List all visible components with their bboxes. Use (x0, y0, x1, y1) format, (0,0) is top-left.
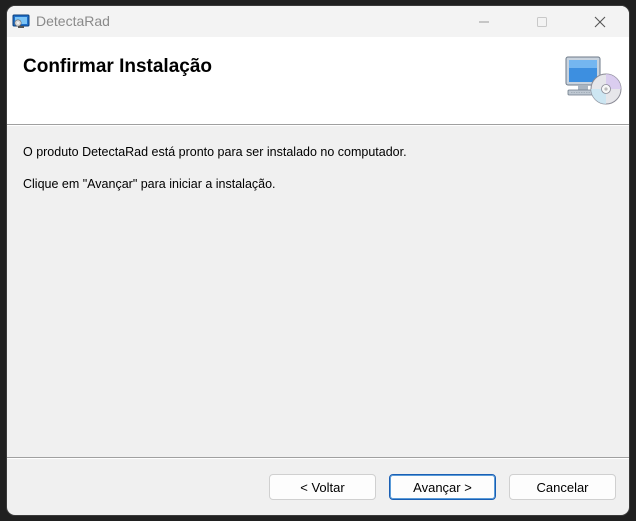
computer-with-cd-icon (565, 56, 622, 105)
next-button[interactable]: Avançar > (389, 474, 496, 500)
title-bar[interactable]: DetectaRad (7, 6, 629, 37)
installer-window: DetectaRad Confirmar Instalação O produt… (7, 6, 629, 515)
close-button[interactable] (571, 6, 629, 37)
maximize-button[interactable] (513, 6, 571, 37)
header-divider (7, 124, 629, 126)
header-banner: Confirmar Instalação (7, 37, 629, 124)
back-button[interactable]: < Voltar (269, 474, 376, 500)
minimize-button[interactable] (455, 6, 513, 37)
maximize-icon (537, 17, 547, 27)
ready-message: O produto DetectaRad está pronto para se… (23, 145, 407, 159)
page-title: Confirmar Instalação (23, 56, 212, 77)
footer-divider (7, 457, 629, 459)
minimize-icon (479, 21, 489, 23)
installer-app-icon (12, 14, 30, 28)
instruction-message: Clique em "Avançar" para iniciar a insta… (23, 177, 276, 191)
cancel-button[interactable]: Cancelar (509, 474, 616, 500)
window-title: DetectaRad (36, 13, 110, 29)
close-icon (594, 16, 606, 28)
